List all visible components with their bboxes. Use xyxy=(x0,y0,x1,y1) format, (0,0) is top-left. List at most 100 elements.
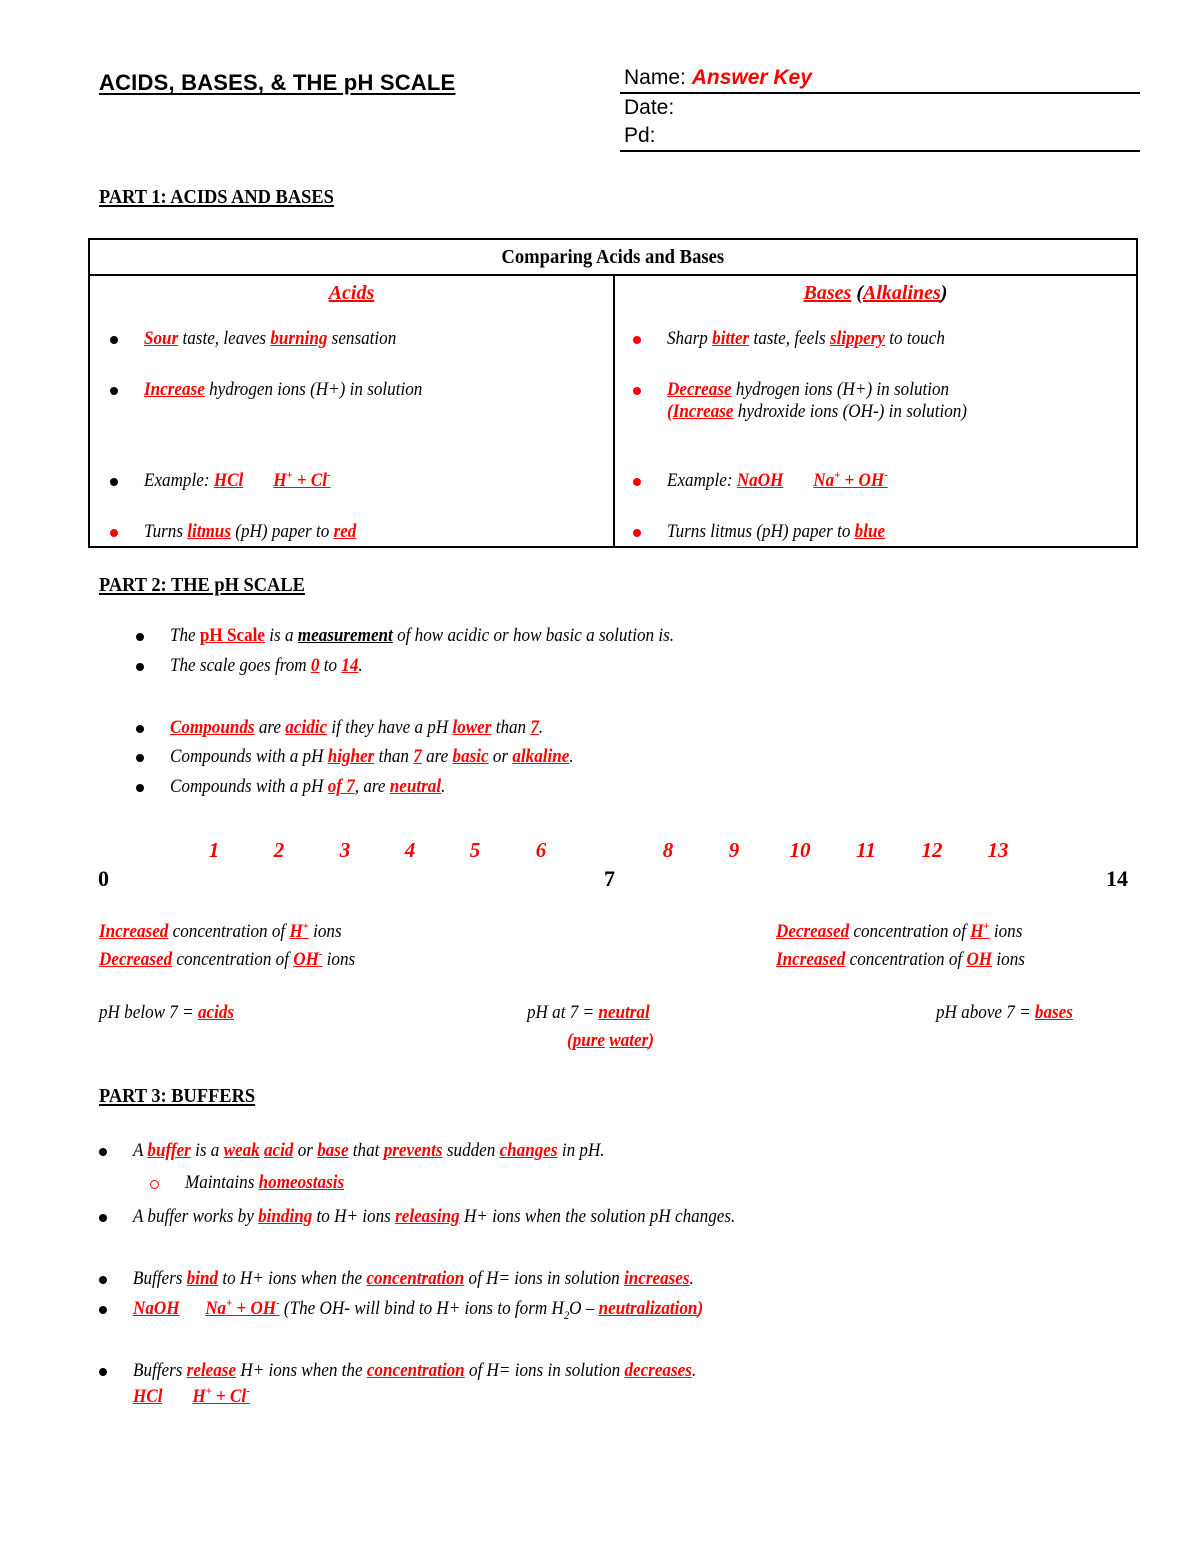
bullet-dot-icon xyxy=(136,663,144,671)
bullet-dot-icon xyxy=(136,784,144,792)
bullet-dot-icon xyxy=(110,478,118,486)
bullet-dot-icon xyxy=(633,387,641,395)
part2-bullet-3: Compounds are acidic if they have a pH l… xyxy=(170,717,544,738)
right-note-1: Decreased concentration of H+ ions xyxy=(776,919,1023,942)
list-item: The pH Scale is a measurement of how aci… xyxy=(136,625,730,647)
bases-bullet-3: Example: NaOH Na+ + OH- xyxy=(667,468,888,491)
bullet-dot-icon xyxy=(99,1148,107,1156)
ph-number-12: 12 xyxy=(921,838,943,862)
ph-number-11: 11 xyxy=(856,838,876,862)
ph-number-10: 10 xyxy=(789,838,811,862)
part3-bullet-6: Buffers release H+ ions when the concent… xyxy=(133,1360,697,1381)
name-label: Name: xyxy=(624,66,686,89)
acids-bullet-1: Sour taste, leaves burning sensation xyxy=(144,328,397,349)
date-row: Date: xyxy=(620,94,1140,122)
bullet-dot-icon xyxy=(633,529,641,537)
bases-bullet-1: Sharp bitter taste, feels slippery to to… xyxy=(667,328,945,349)
bullet-dot-icon xyxy=(136,633,144,641)
ph-number-9: 9 xyxy=(728,838,740,862)
bases-bullet-2a: Decrease hydrogen ions (H+) in solution xyxy=(667,379,950,400)
list-item: Compounds are acidic if they have a pH l… xyxy=(136,717,585,739)
list-item: Buffers bind to H+ ions when the concent… xyxy=(99,1268,756,1290)
list-item: Example: HCl H+ + Cl- xyxy=(110,468,610,492)
list-item: Decrease hydrogen ions (H+) in solution … xyxy=(633,379,1133,423)
ph-number-0: 0 xyxy=(98,866,109,891)
part2-bullet-4: Compounds with a pH higher than 7 are ba… xyxy=(170,746,574,767)
list-item: Turns litmus (pH) paper to blue xyxy=(633,521,1133,543)
bullet-dot-icon xyxy=(136,754,144,762)
bases-bullet-4: Turns litmus (pH) paper to blue xyxy=(667,521,886,542)
list-item: Buffers release H+ ions when the concent… xyxy=(99,1360,759,1408)
list-item: NaOH Na+ + OH- (The OH- will bind to H+ … xyxy=(99,1296,767,1322)
ph-number-14: 14 xyxy=(1106,866,1128,891)
list-item: The scale goes from 0 to 14. xyxy=(136,655,384,677)
part3-bullet-5: NaOH Na+ + OH- (The OH- will bind to H+ … xyxy=(133,1296,704,1322)
ph-number-13: 13 xyxy=(987,838,1009,862)
part3-bullet-7: HCl H+ + Cl- xyxy=(133,1384,250,1407)
ph-scale-red-numbers: 1 2 3 4 5 6 8 9 10 11 12 13 xyxy=(0,838,1200,866)
acids-header-text: Acids xyxy=(328,282,375,304)
name-row: Name: Answer Key xyxy=(620,64,1140,94)
bullet-dot-icon xyxy=(136,725,144,733)
right-note-2: Increased concentration of OH ions xyxy=(776,949,1025,970)
list-item: A buffer works by binding to H+ ions rel… xyxy=(99,1206,802,1228)
acids-bullet-2: Increase hydrogen ions (H+) in solution xyxy=(144,379,423,400)
summary-at-sub: (pure water) xyxy=(567,1030,654,1051)
part3-heading: PART 3: BUFFERS xyxy=(99,1085,256,1107)
acids-column: Acids Sour taste, leaves burning sensati… xyxy=(90,276,615,548)
ph-scale-black-numbers: 0 7 14 xyxy=(0,866,1200,896)
list-item: Maintains homeostasis xyxy=(150,1172,362,1194)
ph-number-6: 6 xyxy=(535,838,547,862)
left-note-1: Increased concentration of H+ ions xyxy=(99,919,342,942)
bullet-dot-icon xyxy=(99,1306,107,1314)
bullet-dot-icon xyxy=(633,478,641,486)
page-title: ACIDS, BASES, & THE pH SCALE xyxy=(99,70,456,95)
table-title: Comparing Acids and Bases xyxy=(90,240,1136,276)
list-item: Sharp bitter taste, feels slippery to to… xyxy=(633,328,1133,350)
pd-label: Pd: xyxy=(624,124,656,147)
comparing-acids-bases-table: Comparing Acids and Bases Acids Sour tas… xyxy=(88,238,1138,548)
bases-header-text: Bases xyxy=(803,282,852,304)
student-info-block: Name: Answer Key Date: Pd: xyxy=(620,64,1140,152)
summary-at: pH at 7 = neutral xyxy=(527,1002,650,1023)
part3-bullet-3: A buffer works by binding to H+ ions rel… xyxy=(133,1206,736,1227)
ph-number-7: 7 xyxy=(604,866,615,891)
acids-bullet-3: Example: HCl H+ + Cl- xyxy=(144,468,331,491)
list-item: Compounds with a pH higher than 7 are ba… xyxy=(136,746,619,768)
acids-column-header: Acids xyxy=(90,276,613,305)
list-item: A buffer is a weak acid or base that pre… xyxy=(99,1140,657,1162)
bullet-dot-icon xyxy=(99,1276,107,1284)
ph-number-1: 1 xyxy=(208,838,220,862)
hollow-bullet-icon xyxy=(150,1180,159,1189)
part3-bullet-4: Buffers bind to H+ ions when the concent… xyxy=(133,1268,694,1289)
bullet-dot-icon xyxy=(110,387,118,395)
name-value[interactable]: Answer Key xyxy=(692,66,812,89)
pd-row: Pd: xyxy=(620,122,1140,152)
ph-number-4: 4 xyxy=(404,838,416,862)
part3-bullet-2: Maintains homeostasis xyxy=(185,1172,345,1193)
bases-column: Bases (Alkalines) Sharp bitter taste, fe… xyxy=(615,276,1136,548)
summary-above: pH above 7 = bases xyxy=(936,1002,1073,1023)
bases-bullet-2b: (Increase hydroxide ions (OH-) in soluti… xyxy=(667,401,968,422)
ph-number-5: 5 xyxy=(469,838,481,862)
bullet-dot-icon xyxy=(99,1214,107,1222)
list-item: Compounds with a pH of 7, are neutral. xyxy=(136,776,476,798)
bullet-dot-icon xyxy=(633,336,641,344)
part2-bullet-2: The scale goes from 0 to 14. xyxy=(170,655,363,676)
ph-number-2: 2 xyxy=(273,838,285,862)
ph-number-3: 3 xyxy=(339,838,351,862)
list-item: Example: NaOH Na+ + OH- xyxy=(633,468,1133,492)
part2-bullet-5: Compounds with a pH of 7, are neutral. xyxy=(170,776,446,797)
list-item: Sour taste, leaves burning sensation xyxy=(110,328,610,350)
left-note-2: Decreased concentration of OH- ions xyxy=(99,947,356,970)
acids-bullet-4: Turns litmus (pH) paper to red xyxy=(144,521,357,542)
list-item: Increase hydrogen ions (H+) in solution xyxy=(110,379,610,401)
bases-column-header: Bases (Alkalines) xyxy=(803,282,948,304)
list-item: Turns litmus (pH) paper to red xyxy=(110,521,610,543)
ph-number-8: 8 xyxy=(662,838,674,862)
bullet-dot-icon xyxy=(110,336,118,344)
summary-below: pH below 7 = acids xyxy=(99,1002,235,1023)
date-label: Date: xyxy=(624,96,675,119)
bullet-dot-icon xyxy=(110,529,118,537)
bullet-dot-icon xyxy=(99,1368,107,1376)
